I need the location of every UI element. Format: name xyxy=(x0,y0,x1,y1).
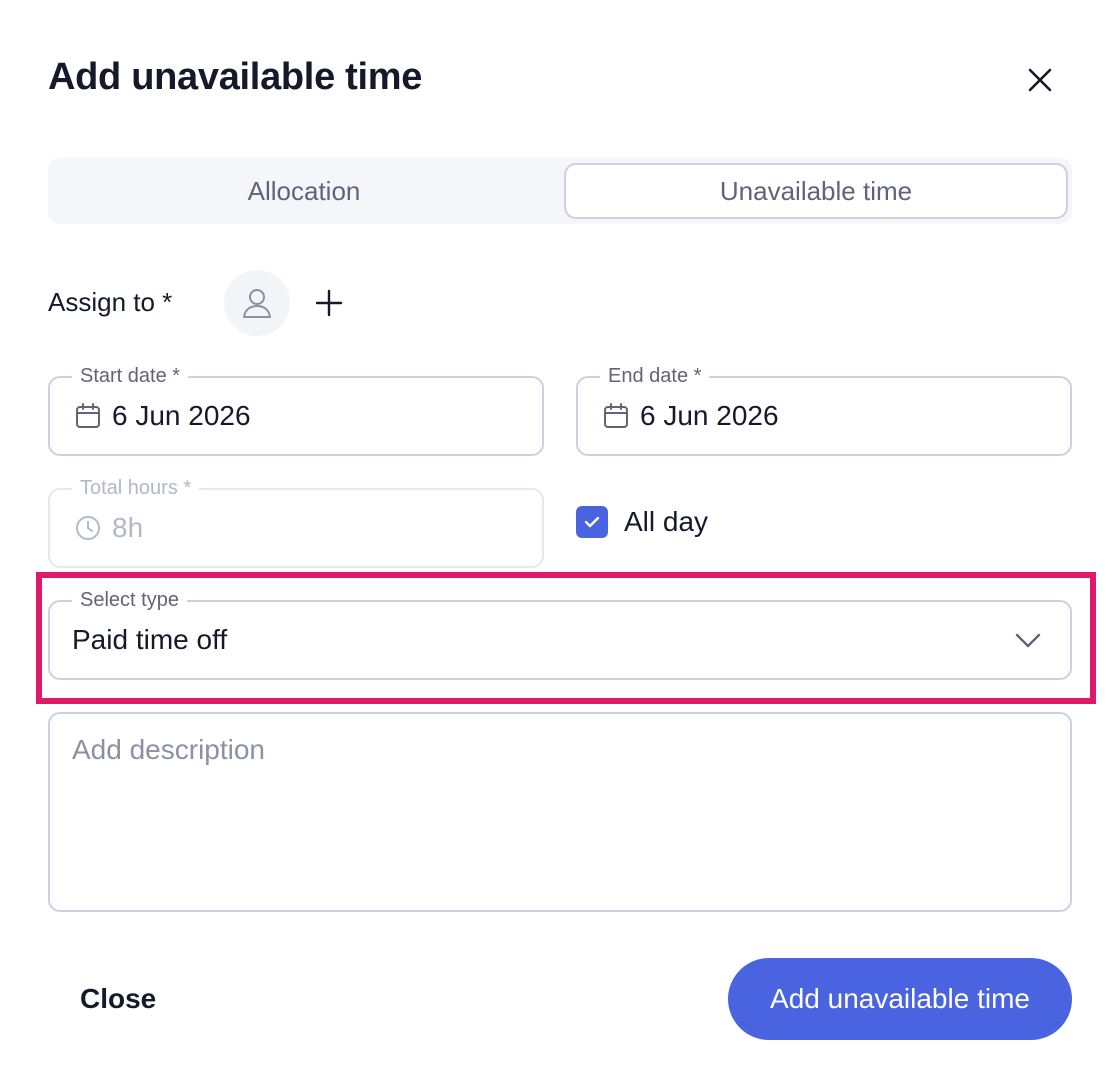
add-unavailable-time-button[interactable]: Add unavailable time xyxy=(728,958,1072,1040)
assign-to-label: Assign to * xyxy=(48,287,173,317)
tab-unavailable-time[interactable]: Unavailable time xyxy=(564,163,1068,219)
end-date-value: 6 Jun 2026 xyxy=(640,400,779,431)
total-hours-value: 8h xyxy=(112,512,144,543)
chevron-down-icon xyxy=(1015,633,1041,648)
end-date-field[interactable]: End date * 6 Jun 2026 xyxy=(576,363,1072,456)
total-hours-label: Total hours * xyxy=(72,475,200,501)
dialog-title: Add unavailable time xyxy=(48,56,423,98)
checkbox-checked[interactable] xyxy=(576,506,608,538)
all-day-checkbox[interactable]: All day xyxy=(576,506,708,538)
start-date-value: 6 Jun 2026 xyxy=(112,400,251,431)
calendar-icon xyxy=(604,403,628,428)
type-select[interactable]: Select type Paid time off xyxy=(48,587,1072,680)
start-date-label: Start date * xyxy=(72,363,189,389)
start-date-field[interactable]: Start date * 6 Jun 2026 xyxy=(48,363,544,456)
select-type-label: Select type xyxy=(72,587,187,613)
user-icon[interactable] xyxy=(224,270,290,336)
check-icon xyxy=(584,516,600,528)
total-hours-field: Total hours * 8h xyxy=(48,475,544,568)
tab-allocation[interactable]: Allocation xyxy=(48,158,560,224)
clock-icon xyxy=(76,516,100,540)
close-button[interactable]: Close xyxy=(64,966,172,1032)
description-input[interactable] xyxy=(48,712,1072,912)
end-date-label: End date * xyxy=(600,363,710,389)
plus-icon xyxy=(315,289,343,317)
calendar-icon xyxy=(76,403,100,428)
select-type-value: Paid time off xyxy=(72,624,228,655)
close-icon[interactable] xyxy=(1020,60,1060,100)
tab-bar: Allocation Unavailable time xyxy=(48,158,1072,224)
all-day-label: All day xyxy=(624,506,709,537)
add-assignee-button[interactable] xyxy=(310,284,348,322)
